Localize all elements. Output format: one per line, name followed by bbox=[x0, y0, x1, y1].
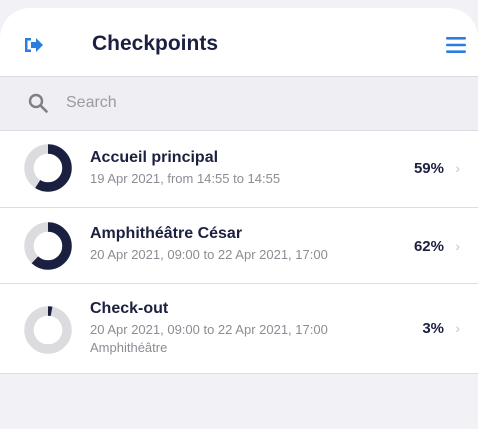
checkpoint-percent: 3% bbox=[422, 320, 444, 337]
search-bar bbox=[0, 77, 478, 131]
chevron-right-icon: › bbox=[455, 238, 460, 254]
hamburger-menu-icon[interactable] bbox=[446, 36, 466, 54]
checkpoint-location: Amphithéâtre bbox=[90, 340, 168, 355]
checkpoint-schedule: 20 Apr 2021, 09:00 to 22 Apr 2021, 17:00 bbox=[90, 247, 328, 262]
progress-donut bbox=[24, 222, 72, 270]
checkpoint-row[interactable]: Check-out 20 Apr 2021, 09:00 to 22 Apr 2… bbox=[0, 284, 478, 374]
checkpoint-schedule: 20 Apr 2021, 09:00 to 22 Apr 2021, 17:00 bbox=[90, 322, 328, 337]
progress-track bbox=[24, 306, 72, 354]
checkpoint-percent: 59% bbox=[413, 160, 444, 177]
checkpoint-list: Accueil principal 19 Apr 2021, from 14:5… bbox=[0, 131, 478, 374]
checkpoint-schedule: 19 Apr 2021, from 14:55 to 14:55 bbox=[90, 171, 281, 186]
progress-donut bbox=[24, 306, 72, 354]
checkpoint-row[interactable]: Amphithéâtre César 20 Apr 2021, 09:00 to… bbox=[0, 208, 478, 284]
header-bar: Checkpoints bbox=[0, 8, 478, 77]
checkpoint-name: Check-out bbox=[90, 300, 169, 317]
search-icon bbox=[28, 93, 48, 113]
checkpoint-row[interactable]: Accueil principal 19 Apr 2021, from 14:5… bbox=[0, 131, 478, 208]
chevron-right-icon: › bbox=[455, 320, 460, 336]
checkpoint-name: Accueil principal bbox=[90, 149, 219, 166]
search-input[interactable] bbox=[66, 91, 446, 115]
progress-donut bbox=[24, 144, 72, 192]
empty-list-area bbox=[0, 374, 478, 429]
checkpoint-name: Amphithéâtre César bbox=[90, 225, 243, 242]
page-title: Checkpoints bbox=[92, 32, 219, 55]
chevron-right-icon: › bbox=[455, 160, 460, 176]
logout-icon[interactable] bbox=[24, 36, 44, 54]
checkpoint-percent: 62% bbox=[413, 238, 444, 255]
app-screen: Checkpoints Accueil principal 19 Apr 202… bbox=[0, 0, 478, 429]
